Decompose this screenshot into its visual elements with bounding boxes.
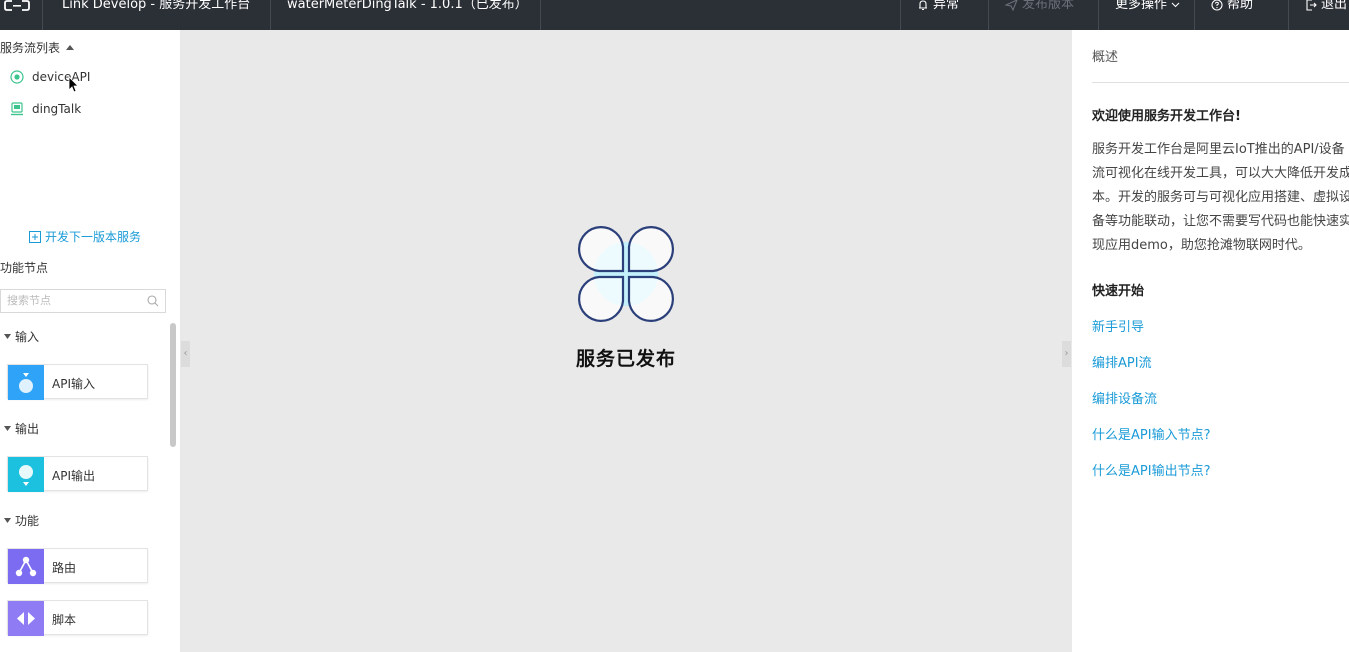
search-icon[interactable] [147,295,159,307]
mouse-cursor-icon [68,76,79,93]
welcome-heading: 欢迎使用服务开发工作台! [1092,109,1241,124]
link-api-flow[interactable]: 编排API流 [1092,352,1152,371]
node-route[interactable]: 路由 [7,548,148,584]
logout-label: 退出 [1321,0,1348,12]
develop-next-version-button[interactable]: 开发下一版本服务 [29,228,141,245]
device-radio-icon [10,70,24,84]
flow-item-dingtalk[interactable]: dingTalk [10,102,81,116]
project-version-text: waterMeterDingTalk - 1.0.1（已发布） [287,0,528,12]
flow-item-label: deviceAPI [32,70,91,84]
group-output-header[interactable]: 输出 [4,420,39,437]
alarm-label: 异常 [933,0,960,12]
caret-down-icon [4,426,11,431]
caret-down-icon [4,334,11,339]
node-script[interactable]: 脚本 [7,600,148,636]
link-api-output-node[interactable]: 什么是API输出节点? [1092,460,1210,479]
sidebar-scrollbar[interactable] [170,323,176,447]
logout-icon [1306,0,1317,11]
published-clover-icon [578,226,674,322]
app-title: Link Develop - 服务开发工作台 [42,0,271,30]
alarm-button[interactable]: 异常 [900,0,989,30]
group-function-header[interactable]: 功能 [4,512,39,529]
api-input-icon [8,365,44,400]
group-title: 输入 [15,330,40,344]
dingtalk-device-icon [11,102,23,116]
nodes-title: 功能节点 [0,261,49,275]
left-sidebar: 服务流列表 deviceAPI dingTalk 开发下一版本服务 功能节点 输… [0,30,181,652]
link-beginner-guide[interactable]: 新手引导 [1092,316,1144,335]
chevron-down-icon [1171,2,1180,8]
overview-title: 概述 [1092,50,1119,65]
develop-next-label: 开发下一版本服务 [45,230,142,244]
link-device-flow[interactable]: 编排设备流 [1092,388,1157,407]
project-version[interactable]: waterMeterDingTalk - 1.0.1（已发布） [271,0,541,30]
send-icon [1005,0,1018,11]
node-label: 脚本 [52,613,77,627]
divider [1092,82,1349,83]
route-icon [8,549,44,584]
node-api-output[interactable]: API输出 [7,456,148,492]
caret-down-icon [4,518,11,523]
group-input-header[interactable]: 输入 [4,328,39,345]
flow-canvas[interactable]: ‹ › 服务已发布 [181,30,1072,652]
node-label: API输出 [52,469,95,483]
logout-button[interactable]: 退出 [1288,0,1349,30]
flow-list-title: 服务流列表 [0,41,61,55]
publish-version-label: 发布版本 [1022,0,1075,12]
node-label: API输入 [52,377,95,391]
bell-icon [919,0,927,11]
script-icon [8,601,44,636]
overview-description: 服务开发工作台是阿里云IoT推出的API/设备流可视化在线开发工具，可以大大降低… [1092,142,1349,253]
group-title: 输出 [15,422,40,436]
published-status-text: 服务已发布 [576,348,677,370]
aliyun-logo-icon[interactable] [0,0,43,30]
more-actions-label: 更多操作 [1115,0,1168,12]
flow-item-label: dingTalk [32,102,82,116]
node-api-input[interactable]: API输入 [7,364,148,400]
node-search-input[interactable] [7,294,137,307]
flow-list-header[interactable]: 服务流列表 [0,39,75,56]
link-api-input-node[interactable]: 什么是API输入节点? [1092,424,1210,443]
quickstart-title: 快速开始 [1092,284,1145,299]
collapse-right-handle[interactable]: › [1062,341,1071,367]
overview-panel: 概述 欢迎使用服务开发工作台! 服务开发工作台是阿里云IoT推出的API/设备流… [1072,30,1349,652]
publish-version-button[interactable]: 发布版本 [988,0,1099,30]
help-label: 帮助 [1227,0,1254,12]
help-button[interactable]: 帮助 [1194,0,1289,30]
group-title: 功能 [15,514,40,528]
top-bar: Link Develop - 服务开发工作台 waterMeterDingTal… [0,0,1349,30]
collapse-left-handle[interactable]: ‹ [181,341,190,367]
more-actions-button[interactable]: 更多操作 [1098,0,1195,30]
node-label: 路由 [52,561,77,575]
node-search-box [0,289,166,313]
plus-square-icon [29,230,41,243]
help-icon [1211,0,1223,11]
app-title-text: Link Develop - 服务开发工作台 [62,0,251,12]
api-output-icon [8,457,44,492]
caret-up-icon [66,45,75,50]
